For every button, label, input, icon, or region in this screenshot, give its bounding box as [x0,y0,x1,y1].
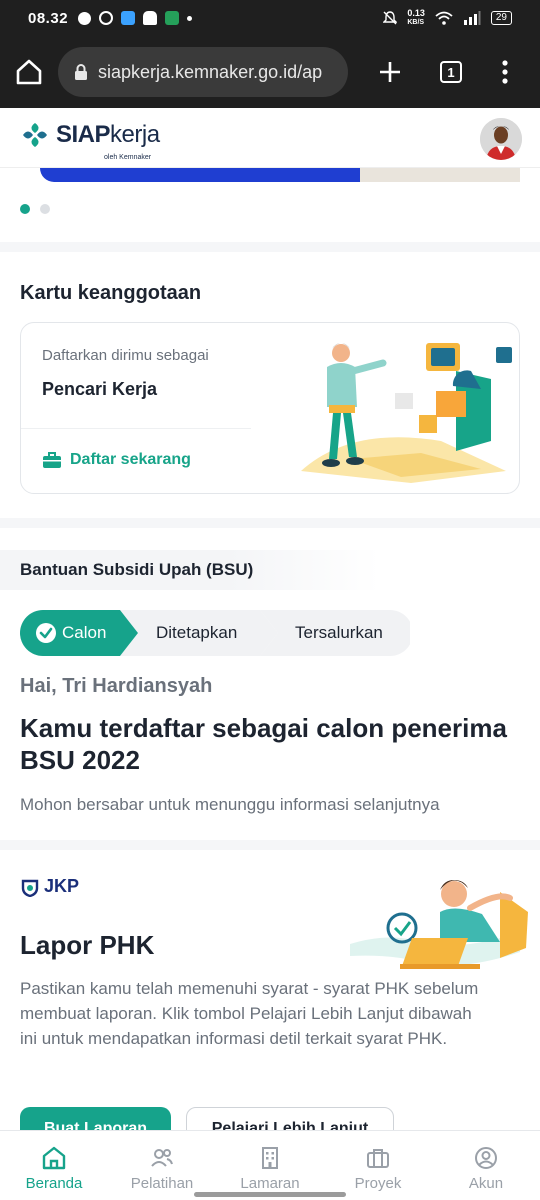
bsu-headline: Kamu terdaftar sebagai calon penerima BS… [20,713,507,775]
more-notifications-icon [187,15,193,21]
mute-icon [383,11,398,25]
overflow-menu-icon[interactable] [502,60,508,84]
brand-bold: SIAP [56,121,111,148]
greeting: Hai, Tri Hardiansyah [20,675,213,697]
account-icon [475,1147,497,1169]
network-speed: 0.13 KB/S [407,9,425,27]
lock-icon [75,64,87,80]
status-time: 08.32 [28,9,69,27]
register-now-link[interactable]: Daftar sekarang [42,451,191,469]
user-photo-icon [480,118,522,160]
register-now-label: Daftar sekarang [70,451,191,468]
network-speed-unit: KB/S [407,19,425,26]
nav-label-akun: Akun [468,1175,504,1192]
membership-section-title: Kartu keanggotaan [20,282,202,304]
section-divider [0,518,540,528]
notification-icons [78,11,193,25]
avatar[interactable] [480,118,522,160]
jkp-logo: JKP [20,876,79,897]
new-tab-icon[interactable] [378,60,402,84]
siapkerja-logo-mark-icon [23,123,47,147]
carousel-dot-active[interactable] [20,204,30,214]
gesture-home-bar[interactable] [194,1192,346,1197]
app-icon [121,11,136,25]
briefcase-icon [43,452,61,468]
brand-light: kerja [110,121,160,148]
nav-item-proyek[interactable]: Proyek [324,1131,432,1200]
people-icon [151,1149,173,1167]
carousel-dot[interactable] [40,204,50,214]
section-divider [0,242,540,252]
section-divider [0,840,540,850]
home-icon [42,1146,66,1170]
check-circle-icon [36,623,56,643]
card-divider [21,428,251,429]
briefcase-icon [367,1149,389,1168]
signal-icon [463,11,481,25]
phk-title: Lapor PHK [20,930,155,960]
bsu-note: Mohon bersabar untuk menunggu informasi … [20,795,440,814]
jkp-logo-icon [21,879,39,897]
whatsapp-icon [99,11,114,25]
carousel-pagination [20,204,50,214]
nav-label-proyek: Proyek [354,1175,402,1192]
browser-toolbar: siapkerja.kemnaker.go.id/ap 1 [0,36,540,108]
step-calon-label: Calon [62,623,107,642]
membership-prompt: Daftarkan dirimu sebagai [42,347,209,364]
brand-name: SIAPkerja [56,121,160,149]
nav-item-beranda[interactable]: Beranda [0,1131,108,1200]
site-header: SIAPkerja oleh Kemnaker [0,108,540,168]
nav-label-pelatihan: Pelatihan [130,1175,194,1192]
membership-role: Pencari Kerja [42,379,158,399]
url-bar[interactable]: siapkerja.kemnaker.go.id/ap [58,47,348,97]
tab-switcher-button[interactable]: 1 [440,61,462,83]
membership-card: Daftarkan dirimu sebagai Pencari Kerja D… [20,322,520,494]
phk-description: Pastikan kamu telah memenuhi syarat - sy… [20,979,479,1048]
bsu-status-stepper: Calon Ditetapkan Tersalurkan [20,610,410,656]
step-tersalurkan: Tersalurkan [295,610,383,656]
nav-item-akun[interactable]: Akun [432,1131,540,1200]
siapkerja-logo[interactable]: SIAPkerja oleh Kemnaker [20,120,160,161]
jkp-logo-text: JKP [44,876,80,896]
nav-label-beranda: Beranda [25,1175,83,1192]
step-tersalurkan-label: Tersalurkan [295,623,383,642]
nav-item-pelatihan[interactable]: Pelatihan [108,1131,216,1200]
battery-icon: 29 [490,11,512,25]
step-ditetapkan: Ditetapkan [156,610,237,656]
bottom-navigation: Beranda Pelatihan Lamaran Proyek Akun [0,1130,540,1200]
building-icon [262,1147,278,1169]
sheets-icon [165,11,180,25]
report-phk-illustration [350,880,528,969]
step-ditetapkan-label: Ditetapkan [156,623,238,642]
job-seeker-illustration [301,343,512,483]
home-icon[interactable] [14,57,44,87]
nav-item-lamaran[interactable]: Lamaran [216,1131,324,1200]
network-speed-value: 0.13 [407,8,425,18]
url-text: siapkerja.kemnaker.go.id/ap [98,61,323,82]
bsu-section-title: Bantuan Subsidi Upah (BSU) [0,550,380,590]
step-calon: Calon [36,610,106,656]
status-bar: 08.32 0.13 KB/S 29 [0,0,540,36]
wifi-icon [435,11,453,25]
nav-label-lamaran: Lamaran [240,1175,300,1192]
telegram-icon [78,11,92,25]
snapchat-icon [143,11,158,25]
brand-subtitle: oleh Kemnaker [104,154,152,161]
carousel-banner-image [360,168,520,182]
